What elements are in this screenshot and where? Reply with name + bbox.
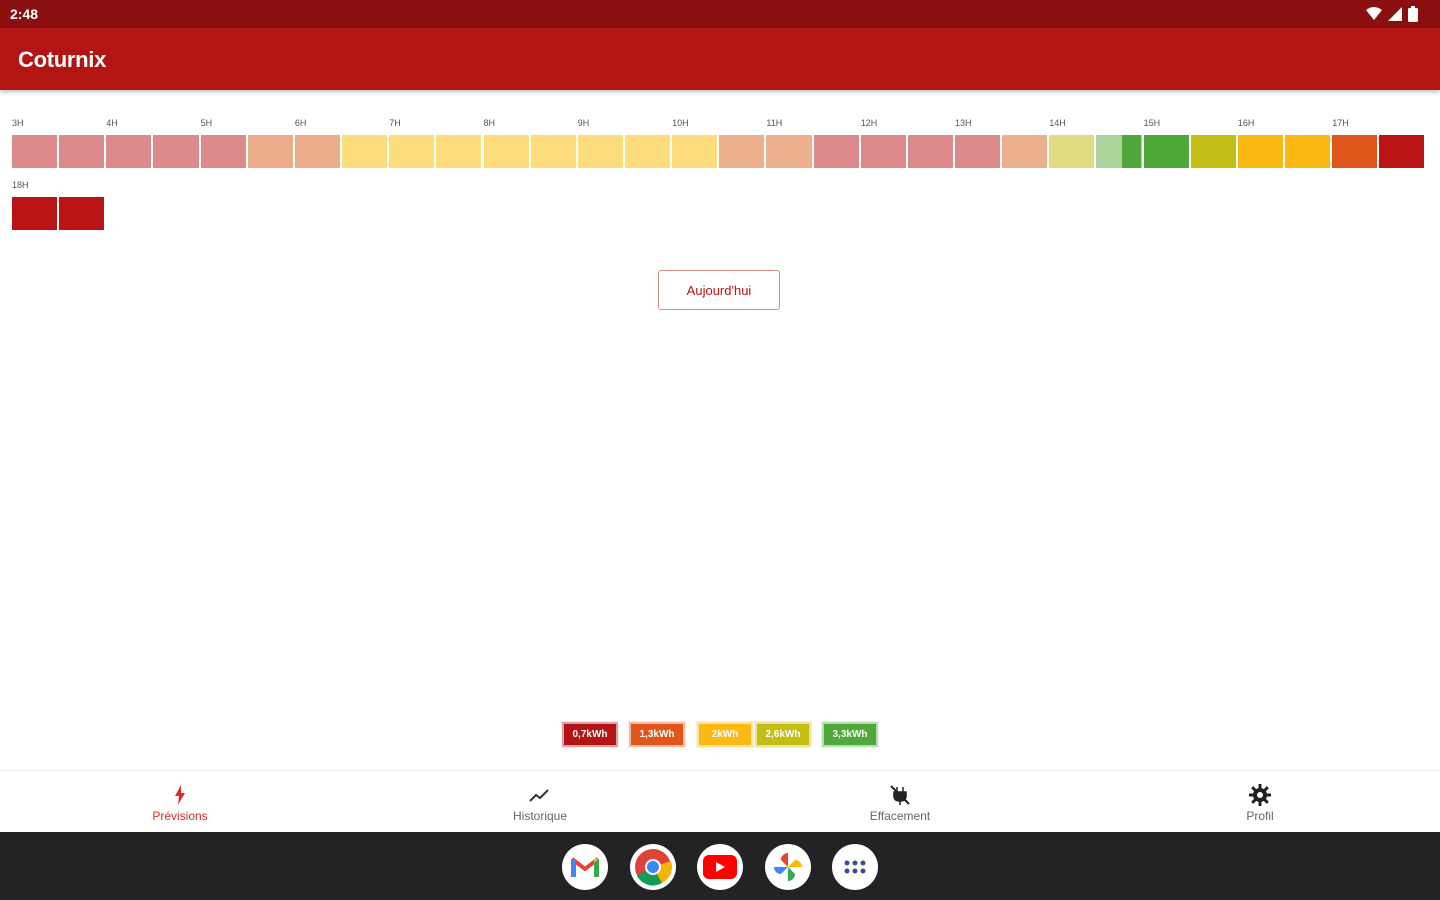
legend-item: 0,7kWh bbox=[561, 721, 619, 748]
time-slot[interactable] bbox=[200, 135, 246, 168]
time-slot[interactable] bbox=[672, 135, 718, 168]
time-slot[interactable] bbox=[766, 135, 812, 168]
time-slot[interactable] bbox=[955, 135, 1001, 168]
hour-label: 4H bbox=[106, 118, 118, 128]
hour-labels-row1: 3H 4H 5H 6H 7H 8H 9H 10H 11H 12H 13H 14H 15H 16H 17H bbox=[0, 118, 1440, 130]
status-bar: 2:48 bbox=[0, 0, 1440, 28]
nav-label-previsions: Prévisions bbox=[152, 809, 208, 823]
app-bar: Coturnix bbox=[0, 28, 1440, 90]
time-slot[interactable] bbox=[577, 135, 623, 168]
time-slot[interactable] bbox=[907, 135, 953, 168]
trend-icon bbox=[529, 789, 549, 802]
hour-label: 9H bbox=[577, 118, 590, 128]
nav-label-effacement: Effacement bbox=[869, 809, 931, 823]
time-slot[interactable] bbox=[436, 135, 482, 168]
time-slot[interactable] bbox=[12, 135, 58, 168]
wifi-icon bbox=[1366, 7, 1382, 20]
apps-icon[interactable] bbox=[832, 844, 878, 890]
hour-label: 16H bbox=[1237, 118, 1255, 128]
hour-label: 11H bbox=[766, 118, 783, 128]
time-slot[interactable] bbox=[247, 135, 293, 168]
hour-label: 5H bbox=[200, 118, 213, 128]
app-title: Coturnix bbox=[18, 47, 107, 72]
nav-label-profil: Profil bbox=[1246, 809, 1274, 823]
time-slot[interactable] bbox=[1332, 135, 1378, 168]
today-button[interactable]: Aujourd'hui bbox=[658, 270, 780, 310]
time-slot[interactable] bbox=[860, 135, 906, 168]
legend-item: 2,6kWh bbox=[754, 721, 812, 748]
nav-effacement[interactable]: Effacement bbox=[720, 771, 1080, 833]
nav-profil[interactable]: Profil bbox=[1080, 771, 1440, 833]
youtube-icon[interactable] bbox=[697, 844, 743, 890]
time-slot[interactable] bbox=[530, 135, 576, 168]
nav-label-historique: Historique bbox=[512, 809, 568, 823]
status-time: 2:48 bbox=[10, 6, 39, 22]
time-slot[interactable] bbox=[294, 135, 341, 168]
hour-label: 6H bbox=[294, 118, 307, 128]
hour-label: 8H bbox=[483, 118, 496, 128]
time-slot[interactable] bbox=[624, 135, 671, 168]
energy-legend: 0,7kWh 1,3kWh 2kWh 2,6kWh 3,3kWh bbox=[0, 721, 1440, 748]
nav-historique[interactable]: Historique bbox=[360, 771, 720, 833]
status-icons bbox=[1366, 6, 1418, 22]
system-taskbar bbox=[0, 832, 1440, 900]
hour-label: 12H bbox=[860, 118, 878, 128]
time-slot[interactable] bbox=[59, 135, 105, 168]
nav-previsions[interactable]: Prévisions bbox=[0, 771, 360, 833]
bottom-navigation: Prévisions Historique Effacement Profil bbox=[0, 770, 1440, 833]
time-slot[interactable] bbox=[12, 197, 58, 230]
time-slot[interactable] bbox=[813, 135, 859, 168]
time-slot[interactable] bbox=[342, 135, 388, 168]
no-plug-icon bbox=[890, 785, 910, 805]
time-slot[interactable] bbox=[106, 135, 152, 168]
time-slot[interactable] bbox=[389, 135, 435, 168]
legend-item: 2kWh bbox=[696, 721, 754, 748]
chrome-icon[interactable] bbox=[630, 844, 676, 890]
forecast-timeline: 3H 4H 5H 6H 7H 8H 9H 10H 11H 12H 13H 14H 15H 16H 17H 18… bbox=[0, 90, 1440, 270]
time-slot[interactable] bbox=[1002, 135, 1048, 168]
hour-label: 3H bbox=[12, 118, 24, 128]
signal-icon bbox=[1388, 7, 1402, 21]
battery-icon bbox=[1408, 6, 1418, 22]
time-slot[interactable] bbox=[153, 135, 199, 168]
time-slot[interactable] bbox=[719, 135, 765, 168]
hour-labels-row2: 18H bbox=[0, 180, 1440, 192]
hour-label: 13H bbox=[955, 118, 972, 128]
time-slot-partial bbox=[1122, 135, 1142, 168]
hour-label: 18H bbox=[12, 180, 29, 190]
legend-item: 3,3kWh bbox=[821, 721, 879, 748]
hour-label: 17H bbox=[1332, 118, 1349, 128]
time-slot[interactable] bbox=[1143, 135, 1189, 168]
time-slot[interactable] bbox=[483, 135, 529, 168]
hour-label: 10H bbox=[672, 118, 689, 128]
lightning-icon bbox=[175, 785, 185, 805]
time-slot[interactable] bbox=[1379, 135, 1425, 168]
gear-icon bbox=[1249, 784, 1271, 806]
hour-label: 15H bbox=[1143, 118, 1161, 128]
time-slot[interactable] bbox=[1190, 135, 1236, 168]
legend-item: 1,3kWh bbox=[628, 721, 686, 748]
time-slot[interactable] bbox=[1237, 135, 1284, 168]
time-slot[interactable] bbox=[1049, 135, 1095, 168]
time-slot[interactable] bbox=[59, 197, 105, 230]
time-slot[interactable] bbox=[1285, 135, 1331, 168]
gmail-icon[interactable] bbox=[562, 844, 608, 890]
hour-label: 7H bbox=[389, 118, 401, 128]
photos-icon[interactable] bbox=[765, 844, 811, 890]
hour-label: 14H bbox=[1049, 118, 1066, 128]
